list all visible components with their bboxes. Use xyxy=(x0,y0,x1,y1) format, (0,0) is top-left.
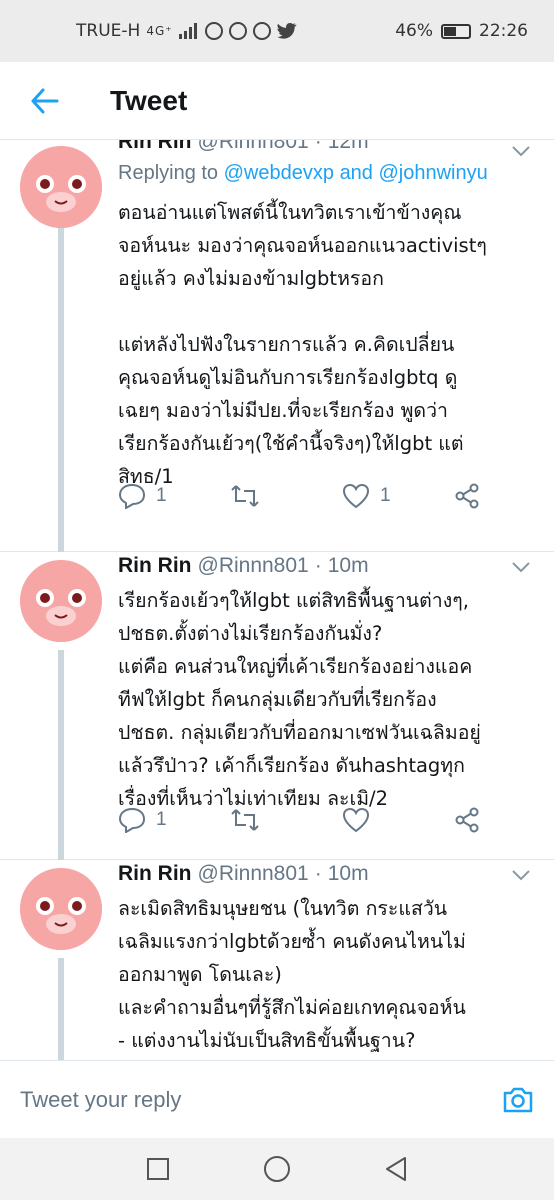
display-name[interactable]: Rin Rin xyxy=(118,862,192,886)
status-bar: TRUE-H 4G⁺ 46% 22:26 xyxy=(0,0,554,62)
reply-input[interactable]: Tweet your reply xyxy=(20,1087,181,1113)
tweet-author-line: Rin Rin @Rinnn801 · 10m xyxy=(118,554,369,578)
tweet-actions: 1 xyxy=(118,790,554,850)
replying-prefix: Replying to xyxy=(118,162,219,184)
share-button[interactable] xyxy=(454,483,554,509)
chevron-down-icon[interactable] xyxy=(510,556,532,578)
reply-count: 1 xyxy=(156,485,167,506)
battery-level xyxy=(444,26,456,36)
tweet-text: เรียกร้องเย้วๆให้lgbt แต่สิทธิพื้นฐานต่า… xyxy=(118,589,481,810)
display-name[interactable]: Rin Rin xyxy=(118,140,192,154)
battery-icon xyxy=(441,23,471,39)
tweet-1[interactable]: Rin Rin @Rinnn801 · 12m Replying to @web… xyxy=(0,140,554,552)
reply-composer[interactable]: Tweet your reply xyxy=(0,1060,554,1138)
tweet-actions: 1 1 xyxy=(118,466,554,526)
signal-icon xyxy=(178,23,197,39)
top-app-bar: Tweet xyxy=(0,62,554,140)
status-left: TRUE-H 4G⁺ xyxy=(76,21,297,41)
home-circle-icon[interactable] xyxy=(263,1155,291,1183)
avatar[interactable] xyxy=(20,146,102,228)
chevron-down-icon[interactable] xyxy=(510,140,532,162)
chevron-down-icon[interactable] xyxy=(510,864,532,886)
retweet-button[interactable] xyxy=(230,808,342,832)
handle: @Rinnn801 xyxy=(197,862,309,885)
page-title: Tweet xyxy=(110,84,188,116)
grab-app-icon xyxy=(252,22,271,40)
mention-link[interactable]: @johnwinyu xyxy=(379,162,488,184)
handle: @Rinnn801 xyxy=(197,140,309,153)
conversation-feed[interactable]: Rin Rin @Rinnn801 · 12m Replying to @web… xyxy=(0,140,554,1060)
status-right: 46% 22:26 xyxy=(395,21,528,41)
timestamp: 10m xyxy=(327,862,369,885)
clock: 22:26 xyxy=(479,21,528,41)
battery-percent: 46% xyxy=(395,21,433,41)
panda-app-icon xyxy=(228,22,247,40)
like-count: 1 xyxy=(380,485,391,506)
like-button[interactable] xyxy=(342,807,454,833)
line-app-icon xyxy=(204,22,223,40)
reply-icon xyxy=(118,483,146,509)
carrier-label: TRUE-H xyxy=(76,21,141,41)
heart-icon xyxy=(342,807,370,833)
retweet-icon xyxy=(231,485,259,507)
reply-count: 1 xyxy=(156,809,167,830)
recents-square-icon[interactable] xyxy=(146,1157,170,1181)
camera-icon[interactable] xyxy=(502,1086,534,1114)
like-button[interactable]: 1 xyxy=(342,483,454,509)
share-icon xyxy=(455,807,479,833)
reply-icon xyxy=(118,807,146,833)
tweet-author-line: Rin Rin @Rinnn801 · 10m xyxy=(118,862,369,886)
back-button[interactable] xyxy=(0,62,90,140)
thread-line xyxy=(58,204,64,552)
mention-link[interactable]: @webdevxp xyxy=(224,162,334,184)
handle: @Rinnn801 xyxy=(197,554,309,577)
tweet-2[interactable]: Rin Rin @Rinnn801 · 10m เรียกร้องเย้วๆให… xyxy=(0,552,554,860)
avatar[interactable] xyxy=(20,560,102,642)
back-triangle-icon[interactable] xyxy=(384,1156,408,1182)
reply-button[interactable]: 1 xyxy=(118,807,230,833)
network-label: 4G⁺ xyxy=(146,24,173,38)
timestamp: 12m xyxy=(327,140,369,153)
display-name[interactable]: Rin Rin xyxy=(118,554,192,578)
share-icon xyxy=(455,483,479,509)
twitter-bird-icon xyxy=(276,23,297,39)
llama-avatar-icon xyxy=(20,868,102,950)
heart-icon xyxy=(342,483,370,509)
replying-to: Replying to @webdevxp and @johnwinyu xyxy=(118,162,488,185)
llama-avatar-icon xyxy=(20,560,102,642)
timestamp: 10m xyxy=(327,554,369,577)
llama-avatar-icon xyxy=(20,146,102,228)
retweet-button[interactable] xyxy=(230,484,342,508)
tweet-3[interactable]: Rin Rin @Rinnn801 · 10m ละเมิดสิทธิมนุษย… xyxy=(0,860,554,1060)
thread-line xyxy=(58,958,64,1060)
avatar[interactable] xyxy=(20,868,102,950)
back-arrow-icon xyxy=(31,88,59,113)
reply-button[interactable]: 1 xyxy=(118,483,230,509)
mention-conjunction: and xyxy=(339,162,373,184)
tweet-text: ละเมิดสิทธิมนุษยชน (ในทวิต กระแสวัน เฉลิ… xyxy=(118,897,466,1052)
thread-line xyxy=(58,650,64,860)
tweet-text: ตอนอ่านแต่โพสต์นี้ในทวิตเราเข้าข้างคุณ จ… xyxy=(118,201,487,488)
system-nav-bar xyxy=(0,1138,554,1200)
share-button[interactable] xyxy=(454,807,554,833)
tweet-author-line: Rin Rin @Rinnn801 · 12m xyxy=(118,140,369,154)
retweet-icon xyxy=(231,809,259,831)
